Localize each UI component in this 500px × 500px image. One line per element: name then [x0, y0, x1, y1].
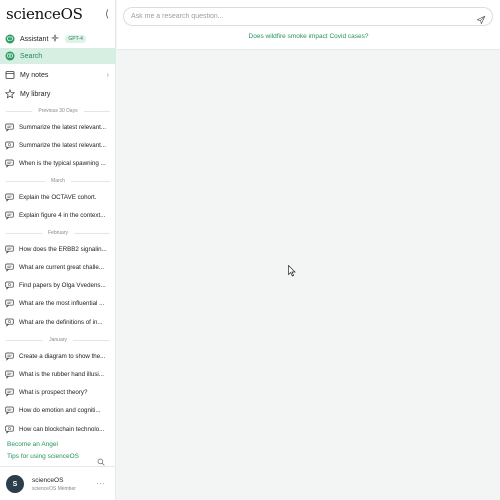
search-chat-icon — [5, 318, 14, 327]
user-role: scienceOS Member — [32, 486, 76, 492]
model-badge[interactable]: GPT-4 — [65, 35, 86, 43]
history-item[interactable]: What is the rubber hand illusi... — [0, 367, 116, 381]
send-icon[interactable] — [476, 12, 486, 25]
history-item-label: Create a diagram to show the... — [19, 352, 106, 360]
section-label-previous-30-days: Previous 30 Days — [0, 106, 116, 116]
search-bar[interactable] — [123, 7, 493, 26]
history-item[interactable]: Create a diagram to show the... — [0, 349, 116, 363]
chat-icon — [5, 406, 14, 416]
sparkle-icon — [51, 34, 59, 44]
history-item[interactable]: How do emotion and cogniti... — [0, 404, 116, 418]
chat-icon — [5, 159, 14, 168]
history-item-label: What are current great challe... — [19, 263, 104, 271]
chat-icon — [5, 123, 14, 132]
sidebar-item-label: My library — [20, 90, 51, 98]
history-item[interactable]: How does the ERBB2 signalin... — [0, 242, 116, 256]
chat-icon — [5, 370, 14, 379]
sidebar-item-label: Assistant — [20, 35, 49, 43]
history-item[interactable]: How can blockchain technolo... — [0, 422, 116, 436]
history-item[interactable]: What are current great challe... — [0, 260, 116, 274]
user-profile[interactable]: S scienceOS scienceOS Member ··· — [0, 466, 116, 500]
history-item-label: Explain figure 4 in the context... — [19, 211, 106, 219]
chat-icon — [5, 193, 14, 202]
section-label-march: March — [0, 176, 116, 186]
history-item[interactable]: When is the typical spawning ... — [0, 157, 116, 171]
sidebar-item-notes[interactable]: My notes › — [0, 67, 116, 83]
user-name: scienceOS — [32, 477, 64, 484]
history-item[interactable]: Summarize the latest relevant... — [0, 138, 116, 152]
section-label-january: January — [0, 335, 116, 345]
assistant-icon — [5, 34, 15, 44]
collapse-sidebar-icon[interactable]: ⟨ — [105, 9, 109, 20]
mouse-cursor-icon — [288, 264, 296, 282]
suggested-question-link[interactable]: Does wildfire smoke impact Covid cases? — [117, 33, 500, 40]
chat-icon — [5, 263, 14, 272]
search-chat-icon — [5, 141, 14, 150]
more-options-icon[interactable]: ··· — [96, 479, 106, 488]
avatar: S — [6, 475, 24, 493]
sidebar-item-search[interactable]: Search — [0, 48, 116, 64]
history-item[interactable]: Explain figure 4 in the context... — [0, 208, 116, 222]
search-chat-icon — [5, 425, 14, 434]
tips-link[interactable]: Tips for using scienceOS — [7, 453, 79, 460]
history-item-label: How can blockchain technolo... — [19, 425, 105, 433]
history-item-label: Explain the OCTAVE cohort. — [19, 193, 97, 201]
sidebar: scienceOS ⟨ Assistant GPT-4 Search My no… — [0, 0, 116, 500]
history-item-label: Summarize the latest relevant... — [19, 141, 107, 149]
history-item-label: How does the ERBB2 signalin... — [19, 245, 107, 253]
section-label-february: February — [0, 228, 116, 238]
notes-icon — [5, 70, 15, 80]
become-angel-link[interactable]: Become an Angel — [7, 441, 58, 448]
chat-icon — [5, 352, 14, 361]
search-chat-icon — [5, 281, 14, 290]
sidebar-item-label: My notes — [20, 71, 49, 79]
history-item-label: Find papers by Olga Vvedens... — [19, 282, 106, 290]
history-item-label: What is the rubber hand illusi... — [19, 370, 104, 378]
history-item[interactable]: What are the most influential ... — [0, 297, 116, 311]
history-item-label: What are the definitions of in... — [19, 318, 103, 326]
search-chat-icon — [5, 51, 15, 61]
history-item-label: How do emotion and cogniti... — [19, 407, 101, 415]
chat-icon — [5, 388, 14, 397]
chat-icon — [5, 245, 14, 254]
sidebar-item-assistant[interactable]: Assistant GPT-4 — [0, 31, 116, 47]
history-item[interactable]: What are the definitions of in... — [0, 315, 116, 329]
sidebar-item-label: Search — [20, 52, 43, 60]
history-item-label: What is prospect theory? — [19, 389, 88, 397]
sidebar-item-library[interactable]: My library — [0, 86, 116, 102]
history-item[interactable]: Find papers by Olga Vvedens... — [0, 279, 116, 293]
history-item-label: When is the typical spawning ... — [19, 160, 106, 168]
search-input[interactable] — [131, 13, 461, 20]
history-item-label: What are the most influential ... — [19, 300, 105, 308]
main-content: Does wildfire smoke impact Covid cases? — [117, 0, 500, 500]
history-item[interactable]: Summarize the latest relevant... — [0, 120, 116, 134]
history-item[interactable]: What is prospect theory? — [0, 386, 116, 400]
history-item[interactable]: Explain the OCTAVE cohort. — [0, 190, 116, 204]
chevron-right-icon[interactable]: › — [107, 72, 109, 79]
search-header: Does wildfire smoke impact Covid cases? — [117, 0, 500, 50]
history-item-label: Summarize the latest relevant... — [19, 123, 107, 131]
chat-icon — [5, 299, 14, 309]
app-logo: scienceOS — [6, 5, 83, 23]
star-icon — [5, 89, 15, 99]
chat-icon — [5, 211, 14, 220]
